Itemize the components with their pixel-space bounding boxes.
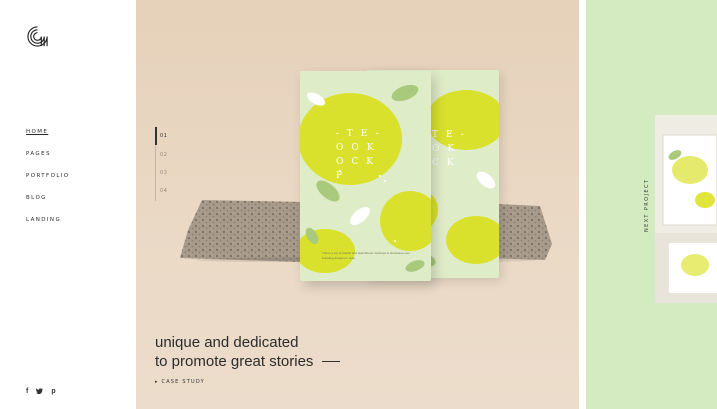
brand-logo-icon[interactable] [26, 25, 49, 48]
main-nav: HOME PAGES PORTFOLIO BLOG LANDING [26, 129, 70, 239]
panel-divider [579, 0, 586, 409]
notebook-front-cover-title: -TE- OOK OCK P [336, 129, 387, 181]
notebook-front-image: -TE- OOK OCK P This is a set of classic … [300, 71, 431, 281]
hero-tagline: unique and dedicated to promote great st… [155, 333, 341, 371]
nav-item-pages[interactable]: PAGES [26, 151, 70, 173]
slide-number-3[interactable]: 03 [160, 170, 168, 176]
twitter-icon[interactable] [36, 388, 44, 396]
facebook-icon[interactable]: f [26, 388, 28, 396]
nav-item-home[interactable]: HOME [26, 129, 70, 151]
slider-active-indicator [155, 127, 157, 145]
next-project-thumbnail[interactable] [655, 115, 717, 303]
case-study-link[interactable]: ▸ CASE STUDY [155, 379, 205, 385]
slide-number-2[interactable]: 02 [160, 152, 168, 158]
nav-item-blog[interactable]: BLOG [26, 195, 70, 217]
pinterest-icon[interactable]: p [51, 388, 55, 396]
notebook-back-cover-title: TE- OK CK [432, 130, 472, 168]
tagline-line-2-text: to promote great stories [155, 353, 314, 370]
social-links: f p [26, 388, 56, 396]
nav-item-portfolio[interactable]: PORTFOLIO [26, 173, 70, 195]
tagline-line-2: to promote great stories [155, 352, 341, 371]
next-project-label[interactable]: NEXT PROJECT [644, 179, 650, 232]
slide-number-4[interactable]: 04 [160, 188, 168, 194]
nav-item-landing[interactable]: LANDING [26, 217, 70, 239]
notebook-caption: This is a set of classic and sketchbook … [322, 251, 411, 260]
slide-number-1[interactable]: 01 [160, 133, 168, 139]
sidebar: HOME PAGES PORTFOLIO BLOG LANDING f p [0, 0, 136, 409]
tagline-line-1: unique and dedicated [155, 334, 299, 351]
tagline-dash [322, 361, 341, 362]
